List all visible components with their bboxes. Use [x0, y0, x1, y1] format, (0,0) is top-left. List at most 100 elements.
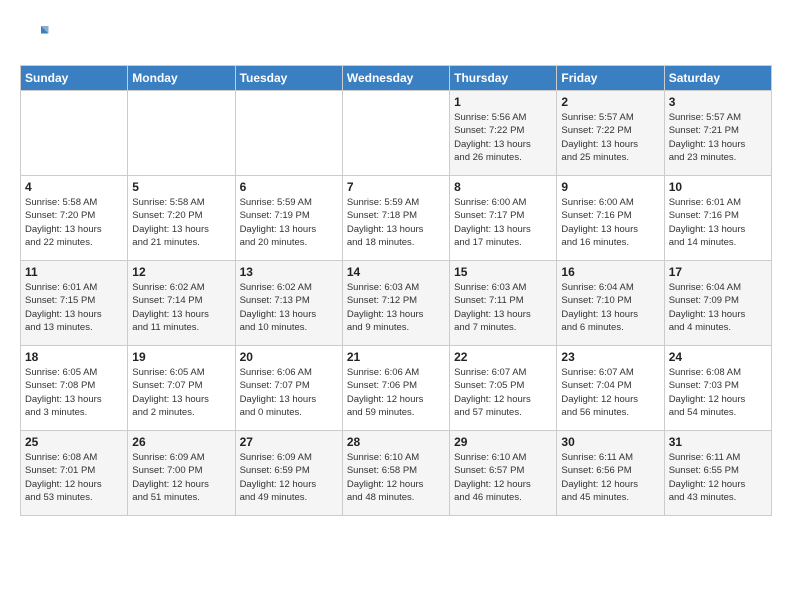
day-number: 11 [25, 265, 123, 279]
day-info: Sunrise: 6:01 AM Sunset: 7:16 PM Dayligh… [669, 196, 767, 249]
day-info: Sunrise: 6:02 AM Sunset: 7:13 PM Dayligh… [240, 281, 338, 334]
calendar-cell: 31 Sunrise: 6:11 AM Sunset: 6:55 PM Dayli… [664, 431, 771, 516]
header [20, 20, 772, 50]
calendar-cell: 19Sunrise: 6:05 AM Sunset: 7:07 PM Dayli… [128, 346, 235, 431]
calendar-cell: 28Sunrise: 6:10 AM Sunset: 6:58 PM Dayli… [342, 431, 449, 516]
day-number: 15 [454, 265, 552, 279]
day-number: 6 [240, 180, 338, 194]
day-number: 21 [347, 350, 445, 364]
header-wednesday: Wednesday [342, 66, 449, 91]
header-thursday: Thursday [450, 66, 557, 91]
day-info: Sunrise: 6:11 AM Sunset: 6:56 PM Dayligh… [561, 451, 659, 504]
day-number: 31 [669, 435, 767, 449]
day-number: 5 [132, 180, 230, 194]
day-number: 25 [25, 435, 123, 449]
day-info: Sunrise: 5:59 AM Sunset: 7:19 PM Dayligh… [240, 196, 338, 249]
calendar-cell: 29 Sunrise: 6:10 AM Sunset: 6:57 PM Dayli… [450, 431, 557, 516]
day-info: Sunrise: 6:01 AM Sunset: 7:15 PM Dayligh… [25, 281, 123, 334]
day-number: 12 [132, 265, 230, 279]
day-number: 28 [347, 435, 445, 449]
day-number: 24 [669, 350, 767, 364]
day-info: Sunrise: 6:02 AM Sunset: 7:14 PM Dayligh… [132, 281, 230, 334]
day-info: Sunrise: 6:03 AM Sunset: 7:12 PM Dayligh… [347, 281, 445, 334]
day-info: Sunrise: 6:08 AM Sunset: 7:03 PM Dayligh… [669, 366, 767, 419]
calendar-cell: 9Sunrise: 6:00 AM Sunset: 7:16 PM Daylig… [557, 176, 664, 261]
day-info: Sunrise: 6:11 AM Sunset: 6:55 PM Dayligh… [669, 451, 767, 504]
calendar-cell: 22 Sunrise: 6:07 AM Sunset: 7:05 PM Dayli… [450, 346, 557, 431]
day-info: Sunrise: 5:58 AM Sunset: 7:20 PM Dayligh… [132, 196, 230, 249]
calendar-cell: 5 Sunrise: 5:58 AM Sunset: 7:20 PM Daylig… [128, 176, 235, 261]
day-info: Sunrise: 6:05 AM Sunset: 7:08 PM Dayligh… [25, 366, 123, 419]
day-number: 19 [132, 350, 230, 364]
calendar-cell: 6 Sunrise: 5:59 AM Sunset: 7:19 PM Daylig… [235, 176, 342, 261]
calendar-cell [21, 91, 128, 176]
header-sunday: Sunday [21, 66, 128, 91]
calendar-header-row: SundayMondayTuesdayWednesdayThursdayFrid… [21, 66, 772, 91]
week-row-0: 1 Sunrise: 5:56 AM Sunset: 7:22 PM Daylig… [21, 91, 772, 176]
day-info: Sunrise: 6:04 AM Sunset: 7:09 PM Dayligh… [669, 281, 767, 334]
calendar-cell: 7Sunrise: 5:59 AM Sunset: 7:18 PM Daylig… [342, 176, 449, 261]
day-number: 30 [561, 435, 659, 449]
day-info: Sunrise: 5:57 AM Sunset: 7:21 PM Dayligh… [669, 111, 767, 164]
day-number: 9 [561, 180, 659, 194]
calendar-cell: 1 Sunrise: 5:56 AM Sunset: 7:22 PM Daylig… [450, 91, 557, 176]
day-info: Sunrise: 6:00 AM Sunset: 7:17 PM Dayligh… [454, 196, 552, 249]
day-info: Sunrise: 6:07 AM Sunset: 7:04 PM Dayligh… [561, 366, 659, 419]
day-number: 20 [240, 350, 338, 364]
logo-icon [20, 20, 50, 50]
calendar-cell: 3 Sunrise: 5:57 AM Sunset: 7:21 PM Daylig… [664, 91, 771, 176]
day-number: 7 [347, 180, 445, 194]
header-saturday: Saturday [664, 66, 771, 91]
calendar-cell: 20 Sunrise: 6:06 AM Sunset: 7:07 PM Dayli… [235, 346, 342, 431]
day-number: 3 [669, 95, 767, 109]
day-info: Sunrise: 6:08 AM Sunset: 7:01 PM Dayligh… [25, 451, 123, 504]
day-info: Sunrise: 6:09 AM Sunset: 7:00 PM Dayligh… [132, 451, 230, 504]
calendar-cell: 14 Sunrise: 6:03 AM Sunset: 7:12 PM Dayli… [342, 261, 449, 346]
day-number: 23 [561, 350, 659, 364]
day-info: Sunrise: 6:06 AM Sunset: 7:06 PM Dayligh… [347, 366, 445, 419]
day-number: 14 [347, 265, 445, 279]
week-row-4: 25 Sunrise: 6:08 AM Sunset: 7:01 PM Dayli… [21, 431, 772, 516]
calendar-cell: 11 Sunrise: 6:01 AM Sunset: 7:15 PM Dayli… [21, 261, 128, 346]
day-info: Sunrise: 6:10 AM Sunset: 6:57 PM Dayligh… [454, 451, 552, 504]
day-number: 1 [454, 95, 552, 109]
day-info: Sunrise: 6:03 AM Sunset: 7:11 PM Dayligh… [454, 281, 552, 334]
calendar-cell [235, 91, 342, 176]
day-info: Sunrise: 5:56 AM Sunset: 7:22 PM Dayligh… [454, 111, 552, 164]
calendar-cell: 8 Sunrise: 6:00 AM Sunset: 7:17 PM Daylig… [450, 176, 557, 261]
day-info: Sunrise: 6:09 AM Sunset: 6:59 PM Dayligh… [240, 451, 338, 504]
day-number: 2 [561, 95, 659, 109]
calendar-cell: 13 Sunrise: 6:02 AM Sunset: 7:13 PM Dayli… [235, 261, 342, 346]
day-number: 8 [454, 180, 552, 194]
week-row-1: 4 Sunrise: 5:58 AM Sunset: 7:20 PM Daylig… [21, 176, 772, 261]
day-info: Sunrise: 6:07 AM Sunset: 7:05 PM Dayligh… [454, 366, 552, 419]
day-info: Sunrise: 5:57 AM Sunset: 7:22 PM Dayligh… [561, 111, 659, 164]
calendar-cell: 21 Sunrise: 6:06 AM Sunset: 7:06 PM Dayli… [342, 346, 449, 431]
header-tuesday: Tuesday [235, 66, 342, 91]
day-number: 16 [561, 265, 659, 279]
day-number: 4 [25, 180, 123, 194]
calendar-cell: 24 Sunrise: 6:08 AM Sunset: 7:03 PM Dayli… [664, 346, 771, 431]
calendar-cell: 10 Sunrise: 6:01 AM Sunset: 7:16 PM Dayli… [664, 176, 771, 261]
day-number: 13 [240, 265, 338, 279]
calendar-cell: 2 Sunrise: 5:57 AM Sunset: 7:22 PM Daylig… [557, 91, 664, 176]
calendar-cell: 23 Sunrise: 6:07 AM Sunset: 7:04 PM Dayli… [557, 346, 664, 431]
calendar-cell: 27 Sunrise: 6:09 AM Sunset: 6:59 PM Dayli… [235, 431, 342, 516]
calendar-cell: 25 Sunrise: 6:08 AM Sunset: 7:01 PM Dayli… [21, 431, 128, 516]
calendar-table: SundayMondayTuesdayWednesdayThursdayFrid… [20, 65, 772, 516]
calendar-cell: 17Sunrise: 6:04 AM Sunset: 7:09 PM Dayli… [664, 261, 771, 346]
calendar-cell: 16 Sunrise: 6:04 AM Sunset: 7:10 PM Dayli… [557, 261, 664, 346]
header-monday: Monday [128, 66, 235, 91]
day-number: 22 [454, 350, 552, 364]
calendar-cell: 26 Sunrise: 6:09 AM Sunset: 7:00 PM Dayli… [128, 431, 235, 516]
logo [20, 20, 54, 50]
day-info: Sunrise: 6:04 AM Sunset: 7:10 PM Dayligh… [561, 281, 659, 334]
day-number: 26 [132, 435, 230, 449]
day-info: Sunrise: 6:06 AM Sunset: 7:07 PM Dayligh… [240, 366, 338, 419]
calendar-cell [342, 91, 449, 176]
calendar-cell [128, 91, 235, 176]
day-number: 10 [669, 180, 767, 194]
week-row-3: 18Sunrise: 6:05 AM Sunset: 7:08 PM Dayli… [21, 346, 772, 431]
day-number: 27 [240, 435, 338, 449]
day-number: 29 [454, 435, 552, 449]
